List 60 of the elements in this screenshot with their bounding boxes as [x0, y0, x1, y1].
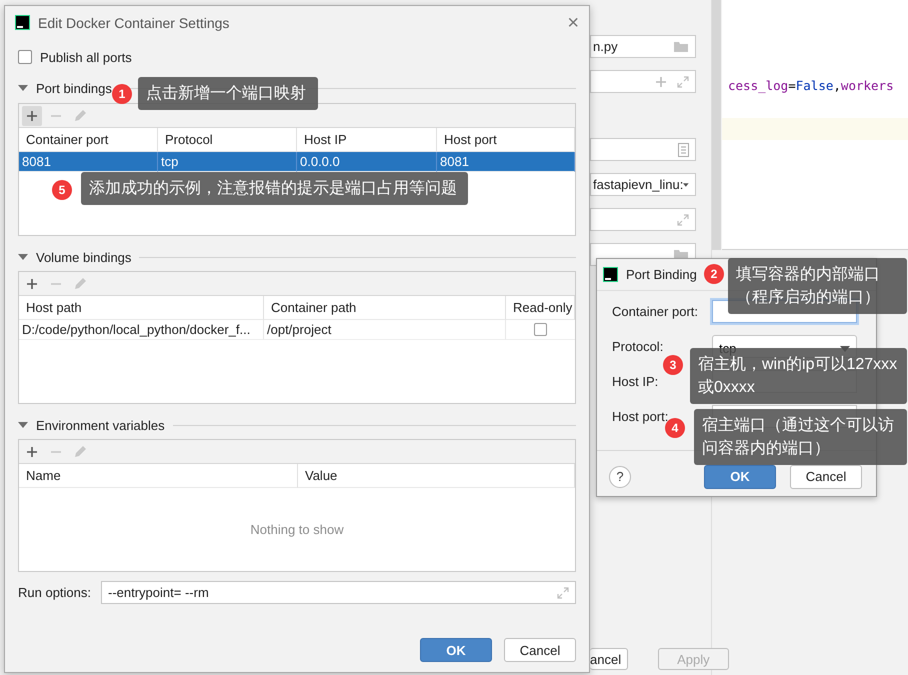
column-header[interactable]: Name — [19, 464, 298, 488]
window-title: Port Binding — [626, 267, 697, 282]
add-icon[interactable] — [26, 110, 38, 122]
annotation-tooltip: 填写容器的内部端口（程序启动的端口） — [728, 258, 907, 314]
expand-triangle-icon[interactable] — [18, 254, 28, 260]
input-field[interactable] — [590, 208, 696, 231]
field-label: Host IP: — [612, 374, 658, 389]
folder-icon[interactable] — [673, 40, 689, 53]
document-icon[interactable] — [678, 142, 689, 156]
section-title: Volume bindings — [36, 250, 132, 264]
column-header[interactable]: Value — [298, 464, 575, 488]
expand-icon[interactable] — [557, 586, 569, 598]
annotation-tooltip: 添加成功的示例，注意报错的提示是端口占用等问题 — [81, 172, 468, 205]
table-cell[interactable]: 0.0.0.0 — [297, 152, 437, 172]
input-field[interactable] — [590, 70, 696, 93]
expand-triangle-icon[interactable] — [18, 422, 28, 428]
add-button[interactable] — [22, 106, 42, 126]
field-label: Container port: — [612, 304, 698, 319]
code-line: cess_log=False,workers — [727, 77, 895, 95]
checkbox[interactable] — [534, 323, 547, 336]
table-cell[interactable]: 8081 — [437, 152, 575, 172]
add-icon[interactable] — [26, 446, 38, 458]
scrollbar[interactable] — [712, 0, 721, 250]
annotation-tooltip: 宿主端口（通过这个可以访问容器内的端口） — [694, 409, 907, 465]
input-field[interactable]: --entrypoint= --rm — [101, 581, 576, 604]
input-field[interactable]: n.py — [590, 35, 696, 58]
app-logo-icon — [603, 267, 618, 282]
expand-triangle-icon[interactable] — [18, 85, 28, 91]
input-field[interactable] — [590, 138, 696, 161]
dropdown-field[interactable]: fastapievn_linu: — [590, 173, 696, 196]
expand-icon[interactable] — [677, 76, 689, 88]
checkbox-label: Publish all ports — [40, 50, 132, 64]
table-cell[interactable]: /opt/project — [264, 320, 506, 340]
cancel-button[interactable]: Cancel — [504, 638, 576, 662]
table-cell[interactable]: 8081 — [19, 152, 158, 172]
column-header[interactable]: Read-only — [506, 296, 575, 320]
window-title: Edit Docker Container Settings — [38, 14, 230, 30]
close-button[interactable]: × — [567, 12, 579, 32]
table-cell[interactable]: D:/code/python/local_python/docker_f... — [19, 320, 264, 340]
pencil-icon — [73, 444, 87, 458]
annotation-tooltip: 点击新增一个端口映射 — [138, 77, 318, 110]
ok-button[interactable]: OK — [420, 638, 492, 662]
empty-message: Nothing to show — [250, 522, 344, 537]
cancel-button[interactable]: Cancel — [790, 464, 862, 488]
checkbox[interactable] — [18, 50, 32, 64]
table-cell[interactable]: tcp — [158, 152, 297, 172]
cancel-button[interactable]: ancel — [590, 648, 628, 670]
code-editor[interactable]: cess_log=False,workers — [722, 0, 908, 250]
expand-icon[interactable] — [677, 214, 689, 226]
app-logo-icon — [15, 15, 30, 30]
field-label: Run options: — [18, 585, 91, 600]
pencil-icon — [73, 276, 87, 290]
dropdown-caret-icon[interactable] — [683, 182, 689, 188]
section-title: Port bindings — [36, 80, 112, 96]
ok-button[interactable]: OK — [704, 464, 776, 488]
section-title: Environment variables — [36, 418, 165, 432]
help-button[interactable]: ? — [609, 466, 631, 488]
add-icon[interactable] — [26, 278, 38, 290]
pencil-icon — [73, 108, 87, 122]
field-label: Protocol: — [612, 339, 664, 354]
